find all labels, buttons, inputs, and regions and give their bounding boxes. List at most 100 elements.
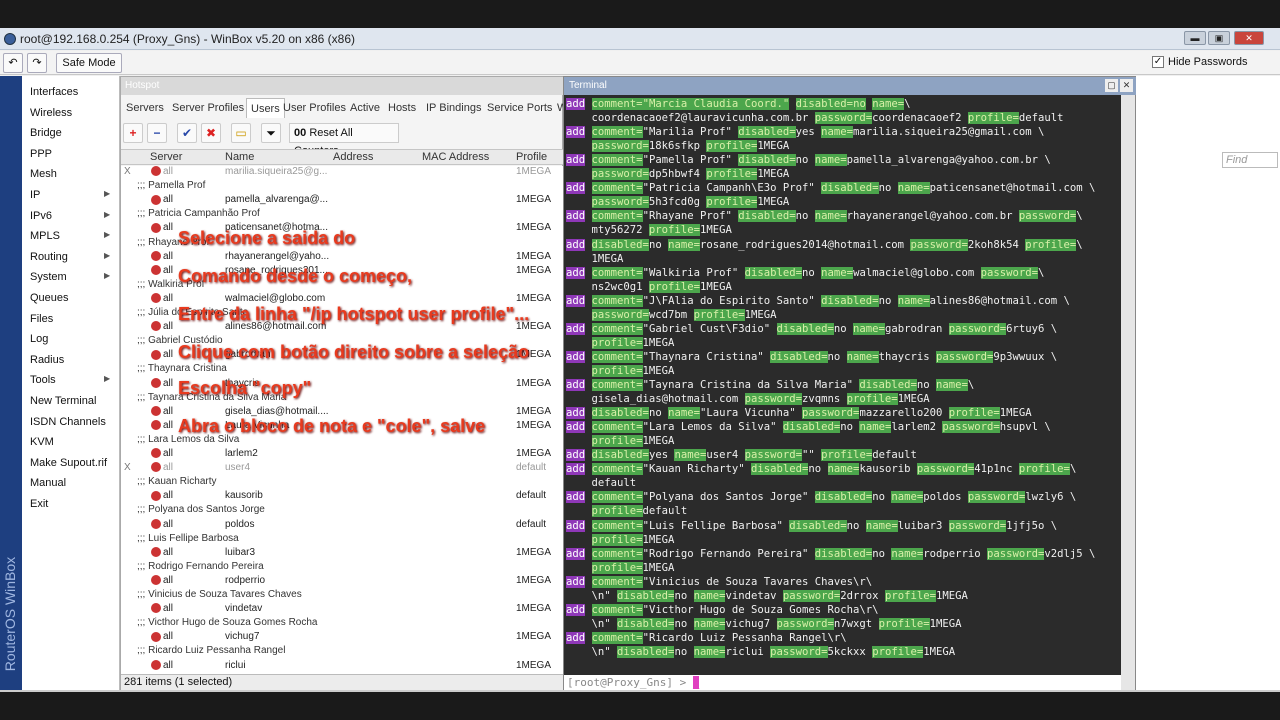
- sidebar-item-system[interactable]: System: [30, 267, 67, 287]
- tab-server-profiles[interactable]: Server Profiles: [172, 98, 244, 118]
- tab-service-ports[interactable]: Service Ports: [487, 98, 552, 118]
- enable-icon[interactable]: ✔: [177, 123, 197, 143]
- col-name[interactable]: Name: [225, 151, 254, 163]
- table-row[interactable]: all vichug7 1MEGA: [121, 631, 564, 645]
- terminal-line: add comment="J\FAlia do Espirito Santo" …: [566, 294, 1070, 308]
- cmd-keyword: name=: [935, 379, 968, 391]
- comment-row[interactable]: ;;; Polyana dos Santos Jorge: [121, 504, 564, 518]
- col-server[interactable]: Server: [150, 151, 182, 163]
- sidebar-item-label: ISDN Channels: [30, 415, 106, 428]
- terminal-line: add disabled=no name=rosane_rodrigues201…: [566, 238, 1083, 252]
- cmd-add: add: [566, 421, 586, 434]
- cmd-text: \: [1076, 238, 1083, 251]
- terminal-scrollbar[interactable]: [1121, 95, 1135, 691]
- sidebar-item-new-terminal[interactable]: New Terminal: [30, 391, 96, 411]
- sidebar-item-exit[interactable]: Exit: [30, 494, 48, 514]
- sidebar-item-mesh[interactable]: Mesh: [30, 164, 57, 184]
- tab-active[interactable]: Active: [350, 98, 380, 118]
- comment-row[interactable]: ;;; Vinicius de Souza Tavares Chaves: [121, 589, 564, 603]
- sidebar-item-kvm[interactable]: KVM: [30, 432, 54, 452]
- comment-row[interactable]: ;;; Rodrigo Fernando Pereira: [121, 561, 564, 575]
- row-profile: 1MEGA: [516, 250, 552, 262]
- comment-row[interactable]: ;;; Pamella Prof: [121, 180, 564, 194]
- sidebar-item-radius[interactable]: Radius: [30, 350, 64, 370]
- tab-hosts[interactable]: Hosts: [388, 98, 416, 118]
- sidebar-item-label: Files: [30, 312, 54, 325]
- cmd-text: 1MEGA: [757, 168, 790, 181]
- terminal-maximize-icon[interactable]: ▢: [1105, 79, 1118, 92]
- comment-icon[interactable]: ▭: [231, 123, 251, 143]
- tab-users[interactable]: Users: [246, 98, 285, 118]
- comment-row[interactable]: ;;; Thaynara Cristina: [121, 363, 564, 377]
- undo-icon[interactable]: ↶: [3, 53, 23, 73]
- table-row[interactable]: all riclui 1MEGA: [121, 660, 564, 674]
- sidebar-item-ipv6[interactable]: IPv6: [30, 206, 52, 226]
- sidebar-item-wireless[interactable]: Wireless: [30, 103, 72, 123]
- table-row[interactable]: all rodperrio 1MEGA: [121, 575, 564, 589]
- reset-counters-button[interactable]: 00 Reset All Counters: [289, 123, 399, 157]
- table-row[interactable]: Xall marilia.siqueira25@g... 1MEGA: [121, 166, 564, 180]
- terminal-output[interactable]: add comment="Marcia Claudia Coord." disa…: [564, 95, 1121, 675]
- minimize-button[interactable]: ▬: [1184, 31, 1206, 45]
- comment-row[interactable]: ;;; Patricia Campanhão Prof: [121, 208, 564, 222]
- safe-mode-button[interactable]: Safe Mode: [56, 53, 122, 73]
- sidebar-item-routing[interactable]: Routing: [30, 247, 68, 267]
- tab-user-profiles[interactable]: User Profiles: [283, 98, 346, 118]
- tab-ip-bindings[interactable]: IP Bindings: [426, 98, 481, 118]
- cmd-text: no: [648, 407, 669, 420]
- sidebar-item-isdn-channels[interactable]: ISDN Channels: [30, 412, 106, 432]
- row-comment: ;;; Patricia Campanhão Prof: [137, 208, 260, 220]
- close-button[interactable]: ✕: [1234, 31, 1264, 45]
- redo-icon[interactable]: ↷: [27, 53, 47, 73]
- table-row[interactable]: all pamella_alvarenga@... 1MEGA: [121, 194, 564, 208]
- find-input[interactable]: Find: [1222, 152, 1278, 168]
- comment-row[interactable]: ;;; Ricardo Luiz Pessanha Rangel: [121, 645, 564, 659]
- add-icon[interactable]: +: [123, 123, 143, 143]
- tab-servers[interactable]: Servers: [126, 98, 164, 118]
- sidebar-item-queues[interactable]: Queues: [30, 288, 69, 308]
- terminal-prompt[interactable]: [root@Proxy_Gns] > _: [564, 675, 1121, 691]
- user-icon: [151, 406, 161, 417]
- sidebar-item-ip[interactable]: IP: [30, 185, 40, 205]
- sidebar-item-manual[interactable]: Manual: [30, 473, 66, 493]
- sidebar-item-log[interactable]: Log: [30, 329, 48, 349]
- cmd-text: rhayanerangel@yahoo.com.br: [846, 210, 1019, 223]
- terminal-line: add comment="Pamella Prof" disabled=no n…: [566, 153, 1051, 167]
- sidebar-item-ppp[interactable]: PPP: [30, 144, 52, 164]
- comment-row[interactable]: ;;; Luis Fellipe Barbosa: [121, 533, 564, 547]
- row-server: all: [163, 574, 174, 586]
- hide-passwords-checkbox[interactable]: ✓: [1152, 56, 1164, 68]
- terminal-close-icon[interactable]: ✕: [1120, 79, 1133, 92]
- sidebar-item-mpls[interactable]: MPLS: [30, 226, 60, 246]
- cmd-keyword: profile=: [693, 308, 745, 321]
- comment-row[interactable]: ;;; Kauan Richarty: [121, 476, 564, 490]
- filter-icon[interactable]: ⏷: [261, 123, 281, 143]
- cmd-text: kausorib: [859, 463, 917, 476]
- table-row[interactable]: Xall user4 default: [121, 462, 564, 476]
- table-row[interactable]: all kausorib default: [121, 490, 564, 504]
- sidebar-item-make-supout-rif[interactable]: Make Supout.rif: [30, 453, 107, 473]
- sidebar-item-interfaces[interactable]: Interfaces: [30, 82, 78, 102]
- remove-icon[interactable]: −: [147, 123, 167, 143]
- disable-icon[interactable]: ✖: [201, 123, 221, 143]
- table-row[interactable]: all luibar3 1MEGA: [121, 547, 564, 561]
- sidebar-item-bridge[interactable]: Bridge: [30, 123, 62, 143]
- table-row[interactable]: all vindetav 1MEGA: [121, 603, 564, 617]
- col-mac[interactable]: MAC Address: [422, 151, 489, 163]
- overlay-caption: Abra o bloco de nota e "cole", salve: [178, 416, 486, 436]
- maximize-button[interactable]: ▣: [1208, 31, 1230, 45]
- comment-row[interactable]: ;;; Victhor Hugo de Souza Gomes Rocha: [121, 617, 564, 631]
- row-profile: 1MEGA: [516, 631, 552, 643]
- table-row[interactable]: all larlem2 1MEGA: [121, 448, 564, 462]
- sidebar-item-files[interactable]: Files: [30, 309, 53, 329]
- cmd-text: default: [566, 477, 637, 490]
- col-address[interactable]: Address: [333, 151, 373, 163]
- cmd-text: "Ricardo Luiz Pessanha Rangel\r\: [642, 631, 847, 644]
- table-row[interactable]: all poldos default: [121, 519, 564, 533]
- cmd-text: [585, 295, 591, 307]
- cmd-text: 1MEGA: [923, 645, 956, 658]
- title-bar[interactable]: root@192.168.0.254 (Proxy_Gns) - WinBox …: [0, 28, 1280, 50]
- table-row[interactable]: all rhayanerangel@yaho... 1MEGA: [121, 251, 564, 265]
- col-profile[interactable]: Profile: [516, 151, 547, 163]
- sidebar-item-tools[interactable]: Tools: [30, 370, 56, 390]
